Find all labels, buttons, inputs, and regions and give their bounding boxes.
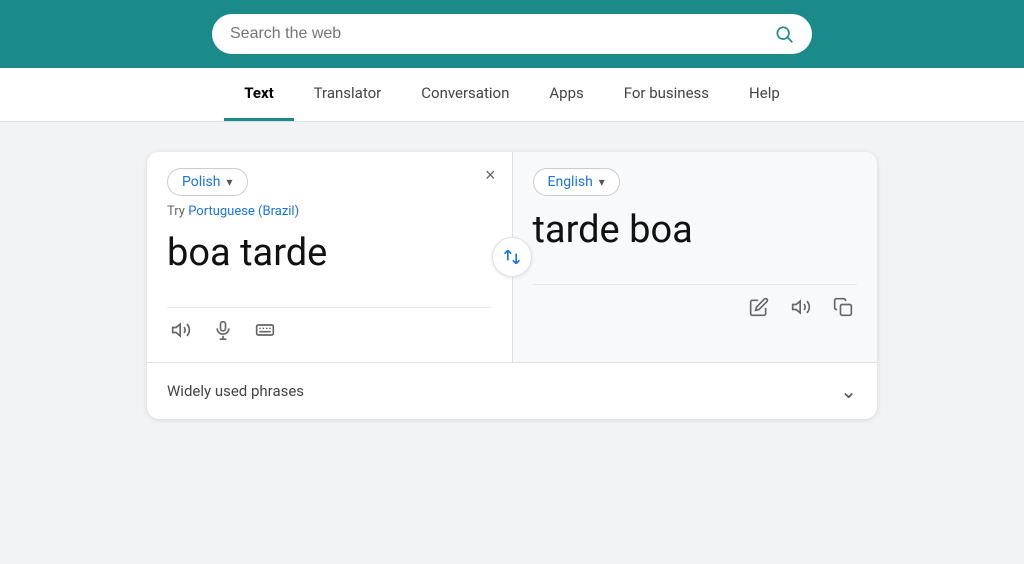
nav-item-help[interactable]: Help [729,68,800,121]
target-lang-selector[interactable]: English ▾ [533,168,620,196]
translation-panels: Polish ▾ × Try Portuguese (Brazil) boa t… [147,152,877,362]
target-panel: English ▾ tarde boa [513,152,878,362]
speak-target-button[interactable] [787,293,815,321]
target-text: tarde boa [533,208,858,254]
mic-icon [213,320,233,340]
nav-item-conversation[interactable]: Conversation [401,68,529,121]
search-button[interactable] [774,24,794,44]
main-content: Polish ▾ × Try Portuguese (Brazil) boa t… [0,122,1024,449]
phrases-chevron: ⌄ [840,379,857,403]
clear-button[interactable]: × [485,166,496,184]
phrases-label: Widely used phrases [167,382,304,400]
speaker-icon [171,320,191,340]
swap-icon [502,247,522,267]
copy-button[interactable] [829,293,857,321]
search-bar [212,14,812,54]
target-actions [533,284,858,329]
copy-icon [833,297,853,317]
nav-item-apps[interactable]: Apps [529,68,603,121]
search-input[interactable] [230,25,764,43]
try-label: Try [167,204,185,219]
source-panel: Polish ▾ × Try Portuguese (Brazil) boa t… [147,152,513,362]
speaker-target-icon [791,297,811,317]
keyboard-icon [255,320,275,340]
header [0,0,1024,68]
try-suggestion: Try Portuguese (Brazil) [167,204,492,219]
edit-button[interactable] [745,293,773,321]
translator-card: Polish ▾ × Try Portuguese (Brazil) boa t… [147,152,877,419]
phrases-section[interactable]: Widely used phrases ⌄ [147,362,877,419]
nav-item-text[interactable]: Text [224,68,293,121]
speak-source-button[interactable] [167,316,195,344]
nav-item-translator[interactable]: Translator [294,68,402,121]
search-icon [774,24,794,44]
mic-button[interactable] [209,316,237,344]
source-text: boa tarde [167,231,492,277]
nav-item-for-business[interactable]: For business [604,68,729,121]
source-lang-selector[interactable]: Polish ▾ [167,168,248,196]
source-lang-chevron: ▾ [226,175,232,189]
source-actions [167,307,492,352]
suggestion-link[interactable]: Portuguese (Brazil) [188,204,299,219]
edit-icon [749,297,769,317]
keyboard-button[interactable] [251,316,279,344]
target-lang-label: English [548,174,593,190]
swap-button[interactable] [492,237,532,277]
source-lang-label: Polish [182,174,220,190]
target-lang-chevron: ▾ [599,175,605,189]
nav-bar: Text Translator Conversation Apps For bu… [0,68,1024,122]
